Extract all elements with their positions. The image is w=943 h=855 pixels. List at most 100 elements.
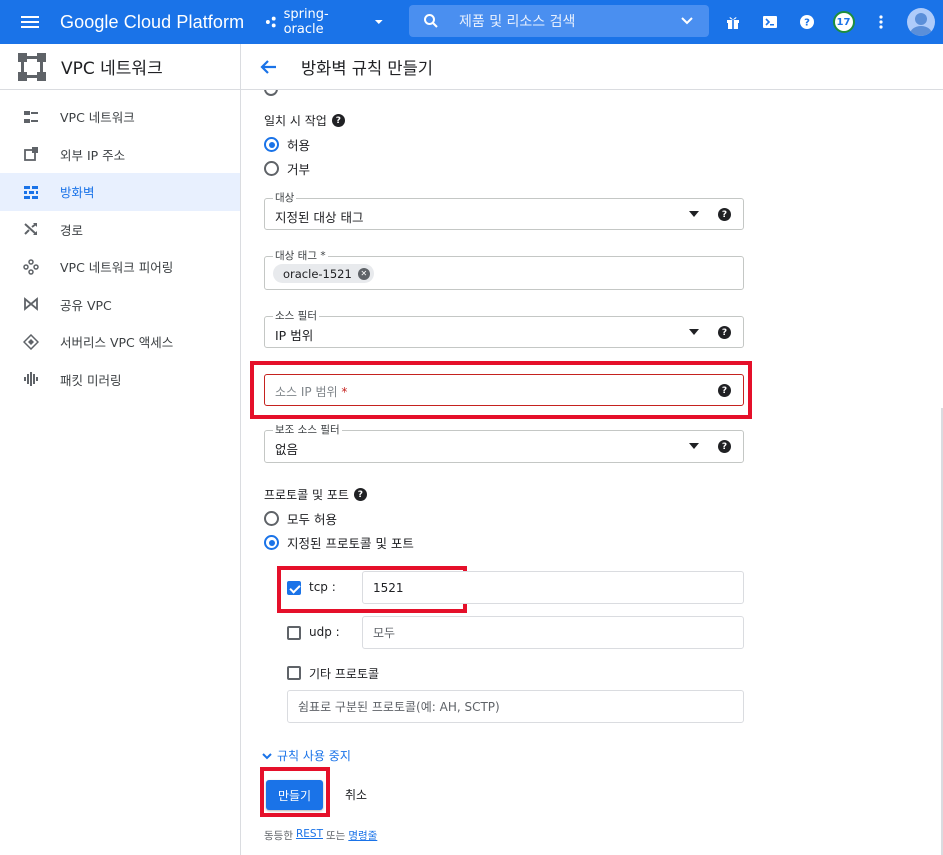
help-icon[interactable]: ? [718, 326, 731, 339]
notification-badge: 17 [832, 11, 855, 33]
radio-specified-protocols[interactable]: 지정된 프로토콜 및 포트 [264, 533, 414, 552]
command-line-link[interactable]: 명령줄 [348, 828, 377, 843]
sidebar-item-label: 경로 [60, 222, 84, 238]
help-icon[interactable]: ? [718, 384, 731, 397]
main-menu-button[interactable] [0, 0, 60, 44]
udp-ports-value: 모두 [373, 626, 396, 640]
source-ip-input[interactable]: 소스 IP 범위 * ? [264, 374, 744, 406]
udp-label: udp : [309, 625, 340, 639]
udp-checkbox[interactable] [287, 626, 301, 640]
sidebar-item-shared-vpc[interactable]: 공유 VPC [0, 286, 240, 324]
shared-vpc-icon [24, 297, 38, 312]
serverless-icon [23, 333, 39, 350]
packet-mirroring-icon [24, 372, 38, 387]
required-mark: * [341, 385, 348, 399]
other-protocols-label: 기타 프로토콜 [309, 667, 380, 681]
project-selector[interactable]: spring-oracle [260, 6, 390, 38]
secondary-source-filter-select[interactable]: 보조 소스 필터 없음 ? [264, 422, 744, 463]
target-tags-field[interactable]: 대상 태그 * oracle-1521 ✕ [264, 248, 744, 290]
account-button[interactable] [899, 0, 943, 44]
other-protocols-checkbox[interactable] [287, 666, 301, 680]
dropdown-arrow-icon [689, 329, 699, 335]
help-icon[interactable]: ? [331, 114, 345, 127]
udp-ports-input[interactable]: 모두 [362, 616, 744, 649]
sidebar-item-routes[interactable]: 경로 [0, 211, 240, 249]
sidebar-item-vpc-networks[interactable]: VPC 네트워크 [0, 98, 240, 136]
gift-button[interactable] [714, 0, 751, 44]
more-options-button[interactable] [862, 0, 899, 44]
help-icon[interactable]: ? [718, 440, 731, 453]
sidebar-item-external-ip[interactable]: 외부 IP 주소 [0, 136, 240, 174]
help-button[interactable]: ? [788, 0, 825, 44]
terminal-icon [762, 16, 777, 28]
sidebar-item-label: VPC 네트워크 [60, 110, 135, 126]
radio-allow-all[interactable]: 모두 허용 [264, 509, 337, 528]
search-input[interactable]: 제품 및 리소스 검색 [409, 5, 709, 37]
radio-circle-checked [264, 535, 279, 550]
sidebar-item-label: 외부 IP 주소 [60, 147, 126, 163]
help-icon[interactable]: ? [718, 208, 731, 221]
tag-chip: oracle-1521 ✕ [273, 264, 374, 283]
radio-circle [264, 511, 279, 526]
sidebar-item-packet-mirroring[interactable]: 패킷 미러링 [0, 361, 240, 399]
hamburger-icon [21, 16, 39, 28]
radio-deny[interactable]: 거부 [264, 159, 310, 178]
other-protocols-input[interactable]: 쉼표로 구분된 프로토콜(예: AH, SCTP) [287, 690, 744, 723]
sidebar-item-peering[interactable]: VPC 네트워크 피어링 [0, 248, 240, 286]
back-arrow-icon[interactable] [259, 57, 279, 77]
brand-title[interactable]: Google Cloud Platform [60, 12, 260, 33]
search-icon [424, 14, 438, 28]
help-icon: ? [799, 15, 814, 29]
partial-radio-option[interactable] [264, 90, 278, 96]
tcp-ports-input[interactable]: 1521 [362, 571, 744, 604]
chevron-down-icon [375, 20, 384, 24]
footer-or: 또는 [326, 830, 346, 842]
cloud-shell-button[interactable] [751, 0, 788, 44]
external-ip-icon [24, 147, 38, 162]
create-button[interactable]: 만들기 [266, 780, 323, 810]
disable-rule-toggle[interactable]: 규칙 사용 중지 [261, 747, 351, 764]
source-ip-placeholder-text: 소스 IP 범위 [275, 385, 338, 399]
search-expand-icon[interactable] [679, 13, 695, 29]
sidebar-header: VPC 네트워크 [0, 44, 240, 90]
target-tags-label: 대상 태그 * [273, 248, 328, 263]
top-actions: ? 17 [714, 0, 943, 44]
radio-allow[interactable]: 허용 [264, 135, 310, 154]
source-filter-select[interactable]: 소스 필터 IP 범위 ? [264, 308, 744, 348]
targets-select[interactable]: 대상 지정된 대상 태그 ? [264, 190, 744, 230]
other-protocols-placeholder: 쉼표로 구분된 프로토콜(예: AH, SCTP) [298, 700, 500, 714]
tcp-checkbox[interactable] [287, 581, 301, 595]
protocols-label-text: 프로토콜 및 포트 [264, 488, 349, 502]
page-header: 방화벽 규칙 만들기 [241, 44, 943, 90]
sidebar-item-serverless[interactable]: 서버리스 VPC 액세스 [0, 323, 240, 361]
more-vert-icon [878, 15, 883, 29]
action-on-match-text: 일치 시 작업 [264, 114, 327, 128]
sidebar-item-label: 방화벽 [60, 185, 95, 201]
source-filter-label: 소스 필터 [273, 308, 319, 323]
cancel-button[interactable]: 취소 [345, 786, 367, 803]
radio-circle-checked [264, 137, 279, 152]
remove-chip-icon[interactable]: ✕ [357, 267, 370, 280]
sidebar: VPC 네트워크 VPC 네트워크 외부 IP 주소 방화벽 경로 VPC 네트… [0, 44, 241, 855]
sidebar-item-firewall[interactable]: 방화벽 [0, 173, 240, 211]
vpc-logo-icon [18, 52, 46, 81]
rest-link[interactable]: REST [296, 828, 323, 843]
tcp-label: tcp : [309, 580, 336, 594]
dropdown-arrow-icon [689, 443, 699, 449]
help-icon[interactable]: ? [353, 488, 367, 501]
firewall-icon [24, 185, 38, 199]
sidebar-title: VPC 네트워크 [61, 59, 163, 79]
notifications-button[interactable]: 17 [825, 0, 862, 44]
footer-prefix: 동등한 [264, 830, 293, 842]
page-title: 방화벽 규칙 만들기 [301, 58, 433, 78]
routes-icon [24, 223, 37, 236]
radio-specified-label: 지정된 프로토콜 및 포트 [287, 536, 414, 551]
equivalent-footer: 동등한 REST 또는 명령줄 [264, 828, 377, 843]
avatar [907, 8, 935, 36]
action-on-match-label: 일치 시 작업 ? [264, 112, 345, 129]
source-filter-value: IP 범위 [275, 328, 314, 343]
sidebar-item-label: 패킷 미러링 [60, 372, 122, 388]
sidebar-item-label: 공유 VPC [60, 297, 112, 313]
targets-label: 대상 [273, 190, 297, 205]
source-ip-placeholder: 소스 IP 범위 * [275, 383, 347, 400]
